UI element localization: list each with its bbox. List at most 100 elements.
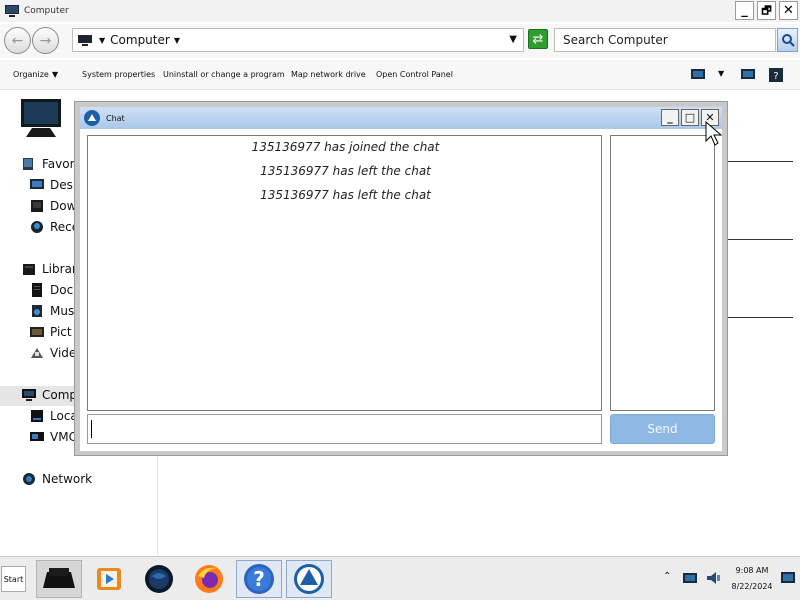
- close-button[interactable]: ✕: [779, 1, 798, 20]
- back-button[interactable]: ←: [4, 27, 31, 54]
- nav-item-label: Comp: [42, 388, 78, 402]
- chat-title-bar[interactable]: Chat _ □ ✕: [80, 107, 722, 129]
- nav-item-label: Network: [42, 472, 93, 486]
- videos-icon: [31, 348, 43, 358]
- nav-item-libraries[interactable]: Librar: [22, 260, 77, 278]
- organize-dropdown-icon[interactable]: ▼: [52, 70, 58, 79]
- chat-body: 135136977 has joined the chat 135136977 …: [80, 129, 722, 451]
- nav-item-label: Dow: [50, 199, 77, 213]
- taskbar-globe-app[interactable]: [136, 560, 182, 598]
- nav-item-label: Vide: [50, 346, 77, 360]
- nav-item-vm[interactable]: VMC: [30, 428, 77, 446]
- breadcrumb-arrow-icon[interactable]: ▼: [174, 36, 180, 45]
- nav-item-local-disk[interactable]: Loca: [30, 407, 78, 425]
- search-icon: [781, 34, 795, 47]
- help-icon[interactable]: ?: [768, 67, 784, 83]
- taskbar: Start ? ⌃ 9:08 AM 8/22/2024: [0, 556, 800, 600]
- chat-minimize-button[interactable]: _: [661, 109, 679, 126]
- nav-item-pictures[interactable]: Pict: [30, 323, 72, 341]
- computer-icon: [43, 568, 75, 588]
- chat-window: Chat _ □ ✕ 135136977 has joined the chat…: [74, 101, 728, 456]
- taskbar-help[interactable]: ?: [236, 560, 282, 598]
- nav-item-desktop[interactable]: Desk: [30, 176, 80, 194]
- search-button[interactable]: [777, 28, 798, 52]
- nav-item-label: VMC: [50, 430, 77, 444]
- maximize-button[interactable]: 🗗: [757, 1, 776, 20]
- organize-menu[interactable]: Organize: [13, 70, 49, 79]
- globe-icon: [145, 565, 173, 593]
- chat-app-icon: [294, 564, 324, 594]
- desktop-icon: [30, 179, 44, 189]
- action-center-icon[interactable]: [780, 571, 796, 585]
- nav-item-music[interactable]: Mus: [30, 302, 74, 320]
- message-input[interactable]: [87, 414, 602, 444]
- taskbar-explorer[interactable]: [36, 560, 82, 598]
- nav-item-label: Librar: [42, 262, 77, 276]
- help-icon: ?: [244, 564, 274, 594]
- nav-item-recent[interactable]: Rece: [30, 218, 79, 236]
- mouse-cursor-icon: [705, 121, 723, 146]
- group-divider: [728, 317, 793, 318]
- uninstall-program-button[interactable]: Uninstall or change a program: [163, 70, 285, 79]
- nav-item-downloads[interactable]: Dow: [30, 197, 76, 215]
- pictures-icon: [30, 327, 44, 337]
- system-properties-button[interactable]: System properties: [82, 70, 155, 79]
- group-divider: [728, 161, 793, 162]
- forward-button[interactable]: →: [32, 27, 59, 54]
- nav-item-computer[interactable]: Comp: [22, 386, 77, 404]
- firefox-icon: [195, 565, 223, 593]
- taskbar-chat[interactable]: [286, 560, 332, 598]
- address-bar[interactable]: ▼ Computer ▼ ▼: [72, 28, 524, 52]
- taskbar-media-player[interactable]: [86, 560, 132, 598]
- send-button[interactable]: Send: [610, 414, 715, 444]
- map-network-drive-button[interactable]: Map network drive: [291, 70, 366, 79]
- chat-message: 135136977 has left the chat: [260, 164, 431, 178]
- media-player-icon: [97, 568, 121, 590]
- computer-large-icon: [21, 99, 61, 137]
- music-icon: [32, 305, 42, 317]
- breadcrumb[interactable]: Computer: [110, 33, 170, 47]
- explorer-title-bar: Computer _ 🗗 ✕: [0, 0, 800, 22]
- network-icon: [23, 473, 35, 485]
- chat-maximize-button[interactable]: □: [681, 109, 699, 126]
- show-hidden-icons-icon[interactable]: ⌃: [663, 571, 671, 582]
- address-dropdown-icon[interactable]: ▼: [509, 34, 517, 45]
- computer-icon: [22, 389, 36, 401]
- network-drive-icon: [30, 432, 44, 441]
- nav-item-label: Pict: [50, 325, 72, 339]
- network-tray-icon[interactable]: [682, 571, 698, 585]
- svg-text:?: ?: [773, 71, 778, 82]
- breadcrumb-arrow-icon[interactable]: ▼: [99, 36, 105, 45]
- chat-message: 135136977 has left the chat: [260, 188, 431, 202]
- computer-icon: [78, 34, 92, 46]
- view-dropdown-icon[interactable]: ▼: [718, 69, 724, 78]
- user-list[interactable]: [610, 135, 715, 411]
- nav-item-label: Mus: [50, 304, 75, 318]
- nav-item-network[interactable]: Network: [22, 470, 92, 488]
- open-control-panel-button[interactable]: Open Control Panel: [376, 70, 453, 79]
- nav-item-favorites[interactable]: Favori: [22, 155, 78, 173]
- star-icon: [23, 158, 33, 170]
- clock[interactable]: 9:08 AM 8/22/2024: [727, 563, 777, 595]
- svg-text:?: ?: [253, 567, 265, 591]
- search-input[interactable]: Search Computer: [554, 28, 776, 52]
- taskbar-firefox[interactable]: [186, 560, 232, 598]
- start-button[interactable]: Start: [1, 566, 26, 592]
- message-list[interactable]: 135136977 has joined the chat 135136977 …: [87, 135, 602, 411]
- documents-icon: [32, 283, 42, 297]
- chat-app-icon: [84, 110, 100, 126]
- nav-item-videos[interactable]: Vide: [30, 344, 76, 362]
- nav-item-documents[interactable]: Doc: [30, 281, 73, 299]
- clock-time: 9:08 AM: [735, 566, 769, 575]
- group-divider: [728, 239, 793, 240]
- address-row: ← → ▼ Computer ▼ ▼ ⇄ Search Computer: [0, 24, 800, 58]
- computer-icon: [5, 5, 19, 17]
- view-icon[interactable]: [690, 67, 706, 81]
- downloads-icon: [31, 200, 43, 212]
- chat-message: 135136977 has joined the chat: [251, 140, 440, 154]
- preview-pane-icon[interactable]: [740, 67, 756, 81]
- volume-icon[interactable]: [706, 571, 722, 585]
- refresh-button[interactable]: ⇄: [528, 29, 548, 49]
- minimize-button[interactable]: _: [735, 1, 754, 20]
- text-caret: [91, 420, 92, 438]
